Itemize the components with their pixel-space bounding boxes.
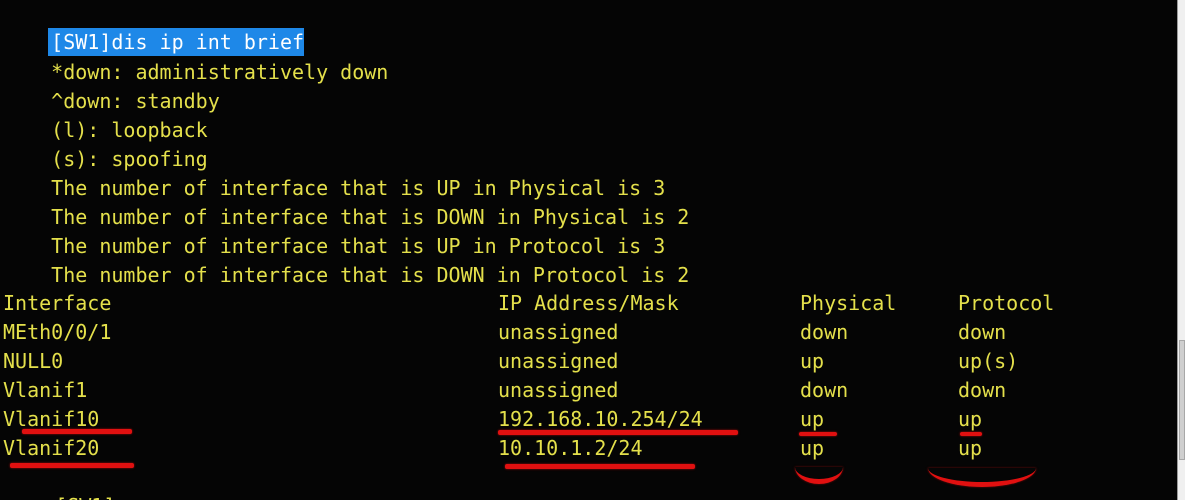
- annotation-underline-ip-vlanif20: [505, 464, 695, 469]
- row-physical: up: [800, 349, 825, 373]
- annotation-underline-vlanif10: [22, 429, 132, 434]
- annotation-underline-physical-vlanif10: [799, 432, 837, 436]
- header-physical: Physical: [800, 291, 897, 315]
- summary-line-down-physical: The number of interface that is DOWN in …: [0, 174, 1185, 229]
- legend-line-down-standby: ^down: standby: [0, 58, 1185, 113]
- row-interface: MEth0/0/1: [3, 320, 112, 344]
- annotation-underline-protocol-vlanif10: [960, 432, 982, 436]
- row-ip: unassigned: [498, 378, 619, 402]
- summary-text: The number of interface that is DOWN in …: [51, 263, 690, 287]
- row-ip: 10.10.1.2/24: [498, 436, 643, 460]
- row-protocol: up: [958, 436, 983, 460]
- command-prompt-line: [SW1]dis ip int brief: [0, 0, 305, 56]
- row-interface: Vlanif20: [3, 436, 100, 460]
- legend-line-down-admin: *down: administratively down: [0, 29, 1185, 84]
- row-physical: up: [800, 407, 825, 431]
- row-protocol: down: [958, 320, 1007, 344]
- row-ip: unassigned: [498, 320, 619, 344]
- terminal-window[interactable]: [SW1]dis ip int brief *down: administrat…: [0, 0, 1185, 500]
- row-interface: NULL0: [3, 349, 64, 373]
- trailing-prompt-text: [SW1]: [48, 492, 115, 500]
- row-physical: down: [800, 320, 849, 344]
- row-interface: Vlanif1: [3, 378, 88, 402]
- vertical-scrollbar[interactable]: [1177, 0, 1185, 500]
- row-protocol: up(s): [958, 349, 1019, 373]
- summary-line-down-protocol: The number of interface that is DOWN in …: [0, 232, 1185, 287]
- row-ip: unassigned: [498, 349, 619, 373]
- header-protocol: Protocol: [958, 291, 1055, 315]
- scrollbar-thumb[interactable]: [1179, 340, 1185, 460]
- row-physical: down: [800, 378, 849, 402]
- annotation-underline-vlanif20: [10, 463, 134, 468]
- header-ip-address-mask: IP Address/Mask: [498, 291, 679, 315]
- row-physical: up: [800, 436, 825, 460]
- summary-line-up-physical: The number of interface that is UP in Ph…: [0, 145, 1185, 200]
- row-protocol: down: [958, 378, 1007, 402]
- summary-line-up-protocol: The number of interface that is UP in Pr…: [0, 203, 1185, 258]
- header-interface: Interface: [3, 291, 112, 315]
- legend-line-loopback: (l): loopback: [0, 87, 1185, 142]
- annotation-underline-ip-vlanif10: [498, 430, 738, 435]
- row-protocol: up: [958, 407, 983, 431]
- legend-line-spoofing: (s): spoofing: [0, 116, 1185, 171]
